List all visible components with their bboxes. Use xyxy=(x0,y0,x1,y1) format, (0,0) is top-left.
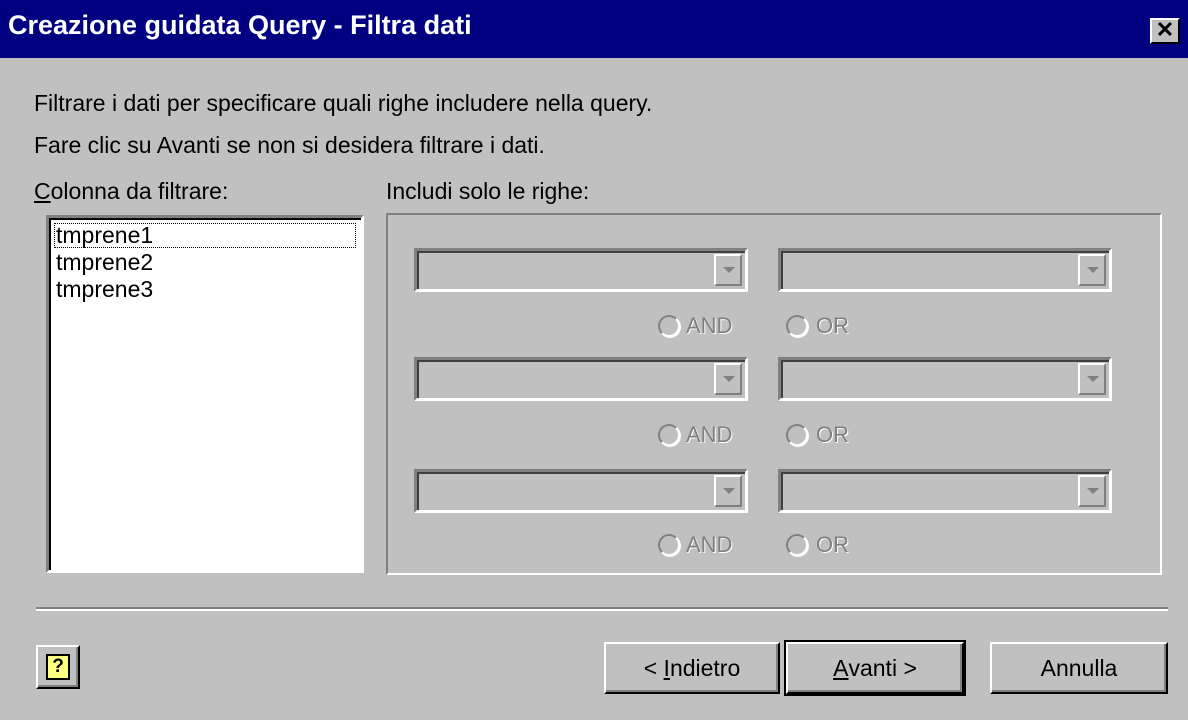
chevron-down-icon[interactable] xyxy=(1078,363,1106,395)
column-list-label: Colonna da filtrare: xyxy=(34,178,228,205)
cancel-button[interactable]: Annulla xyxy=(990,642,1168,694)
cancel-button-label: Annulla xyxy=(1040,654,1118,681)
operator-dropdown-2[interactable] xyxy=(414,357,748,401)
filter-group-label: Includi solo le righe: xyxy=(386,178,590,204)
or-label-3: OR xyxy=(816,532,849,557)
operator-dropdown-3[interactable] xyxy=(414,469,748,513)
value-dropdown-2[interactable] xyxy=(778,357,1112,401)
next-button-mnemonic: A xyxy=(833,654,849,681)
value-dropdown-3[interactable] xyxy=(778,469,1112,513)
and-radio-3[interactable] xyxy=(658,534,680,556)
and-radio-1[interactable] xyxy=(658,315,680,337)
or-radio-2[interactable] xyxy=(786,424,808,446)
column-listbox[interactable]: tmprene1 tmprene2 tmprene3 xyxy=(46,215,364,573)
back-button[interactable]: < Indietro xyxy=(604,642,780,694)
separator xyxy=(36,607,1168,611)
value-dropdown-1[interactable] xyxy=(778,248,1112,292)
next-button-rest: vanti > xyxy=(848,654,917,681)
back-button-prefix: < xyxy=(643,654,664,681)
instruction-line-1: Filtrare i dati per specificare quali ri… xyxy=(34,90,653,116)
and-label-3: AND xyxy=(686,532,733,557)
or-radio-3[interactable] xyxy=(786,534,808,556)
close-icon: ✕ xyxy=(1155,17,1175,42)
chevron-down-icon[interactable] xyxy=(714,475,742,507)
or-label-1: OR xyxy=(816,313,849,338)
instruction-line-2: Fare clic su Avanti se non si desidera f… xyxy=(34,132,545,158)
operator-dropdown-1[interactable] xyxy=(414,248,748,292)
or-label-2: OR xyxy=(816,422,849,447)
list-item-tmprene2[interactable]: tmprene2 xyxy=(49,249,361,276)
back-button-rest: ndietro xyxy=(669,654,741,681)
chevron-down-icon[interactable] xyxy=(1078,254,1106,286)
close-button[interactable]: ✕ xyxy=(1150,18,1180,44)
title-bar: Creazione guidata Query - Filtra dati ✕ xyxy=(0,0,1188,58)
next-button[interactable]: Avanti > xyxy=(784,640,966,696)
list-item-tmprene3[interactable]: tmprene3 xyxy=(49,276,361,303)
or-radio-1[interactable] xyxy=(786,315,808,337)
chevron-down-icon[interactable] xyxy=(714,254,742,286)
column-list-label-mnemonic: C xyxy=(34,178,51,204)
list-item-tmprene1[interactable]: tmprene1 xyxy=(53,222,357,249)
column-list-label-rest: olonna da filtrare: xyxy=(50,178,229,204)
chevron-down-icon[interactable] xyxy=(714,363,742,395)
and-radio-2[interactable] xyxy=(658,424,680,446)
help-button[interactable]: ? xyxy=(36,645,80,689)
and-label-1: AND xyxy=(686,313,733,338)
chevron-down-icon[interactable] xyxy=(1078,475,1106,507)
help-icon: ? xyxy=(46,654,70,680)
and-label-2: AND xyxy=(686,422,733,447)
window-title: Creazione guidata Query - Filtra dati xyxy=(8,10,472,40)
